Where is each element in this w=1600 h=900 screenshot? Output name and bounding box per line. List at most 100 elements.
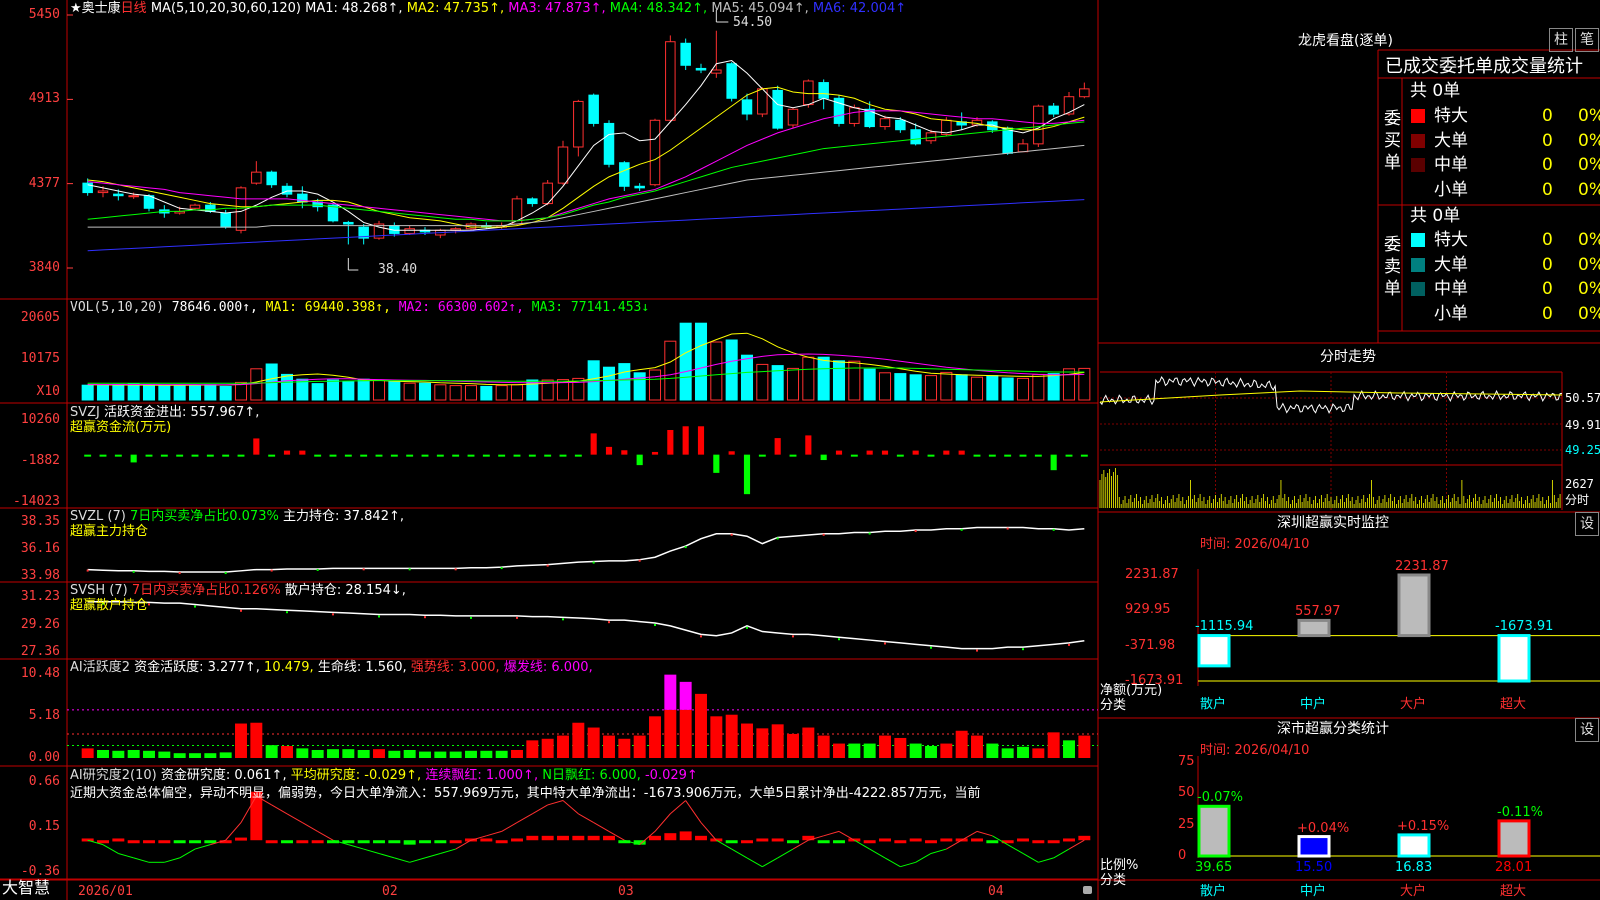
volume-bar (740, 354, 754, 401)
candle-body (527, 198, 538, 205)
research-line (378, 852, 395, 859)
activity-bar (695, 693, 707, 758)
retail-holding-tick (1068, 643, 1070, 646)
classstat-bar (1297, 835, 1331, 858)
monitor-y-tick: 929.95 (1125, 602, 1171, 618)
fund-flow-bar (805, 435, 812, 455)
retail-holding-tick (378, 615, 380, 618)
candle-body (205, 204, 216, 212)
vol-header: VOL(5,10,20) 78646.000↑, MA1: 69440.398↑… (70, 300, 649, 315)
retail-holding-tick (470, 616, 472, 619)
candle-body (235, 187, 247, 231)
ma3-value: MA3: 47.873↑, (508, 1, 606, 16)
ma2-value: MA2: 47.735↑, (406, 1, 505, 16)
vol-ma1: MA1: 69440.398↑, (265, 300, 391, 315)
retail-holding-tick (608, 621, 610, 624)
main-holding-tick (224, 572, 227, 575)
y-tick-fund: 10260 (20, 412, 60, 427)
buy-row-1-pct: 0% (1578, 130, 1600, 151)
fund-flow-bar (160, 454, 168, 457)
research-bar (695, 835, 707, 841)
activity-bar (894, 737, 907, 758)
volume-bar (204, 384, 217, 401)
fund-flow-bar (528, 454, 536, 457)
candle-body (82, 182, 93, 194)
research-bar (725, 840, 738, 844)
fund-flow-bar (866, 450, 873, 455)
fund-flow-bar (452, 454, 460, 457)
research-line (930, 848, 947, 854)
sell-row-0-count: 0 (1542, 230, 1553, 250)
fund-flow-bar (283, 450, 291, 455)
research-bar (664, 833, 677, 841)
classstat-category: 散户 (1200, 884, 1227, 899)
candle-body (895, 119, 906, 131)
retail-holding-tick (516, 616, 518, 619)
vol-label: VOL(5,10,20) (70, 300, 164, 315)
lhb-tabs[interactable]: 已成交委托单成交量统计 (1385, 56, 1583, 78)
research-bar (189, 840, 201, 844)
main-holding-tick (270, 569, 273, 572)
research-line (1038, 857, 1054, 863)
activity-bar (311, 749, 324, 758)
activity-bar (909, 743, 922, 758)
activity-bar (158, 751, 171, 758)
activity-bar (388, 750, 401, 758)
sell-row-3-count: 0 (1542, 303, 1553, 324)
research-line (946, 839, 962, 850)
fund-flow-bar (237, 454, 245, 457)
y-tick-vol-unit: X10 (36, 384, 60, 399)
classstat-settings-button[interactable]: 设 (1575, 718, 1599, 742)
retail-holding-tick (700, 635, 702, 638)
research-line (286, 813, 303, 824)
brand-logo: 大智慧 (2, 878, 51, 897)
research-bar (311, 840, 324, 844)
tick-view-button[interactable]: 笔 (1575, 28, 1599, 52)
research-line (271, 804, 288, 815)
star-icon[interactable]: ★ (70, 1, 82, 16)
svsh-sub: 超赢散户持仓 (70, 598, 149, 613)
research-bar (557, 835, 569, 841)
x-tick-mar: 03 (618, 884, 634, 899)
lock-icon[interactable] (1083, 886, 1092, 894)
bar-view-button[interactable]: 柱 (1549, 28, 1573, 52)
candle-body (741, 99, 753, 115)
activity-bar (143, 750, 155, 758)
retail-holding-tick (884, 642, 886, 645)
ma4-value: MA4: 48.342↑, (609, 1, 708, 16)
fund-flow-bar (651, 451, 659, 455)
research-bar (879, 838, 891, 842)
research-bar (112, 838, 125, 842)
vol-ma3: MA3: 77141.453↓ (531, 300, 650, 315)
monitor-settings-button[interactable]: 设 (1575, 512, 1599, 536)
main-holding-tick (86, 569, 89, 572)
fund-flow-bar (130, 454, 137, 463)
research-line (501, 822, 518, 832)
period-label[interactable]: 日线 (121, 1, 147, 16)
buy-row-1-name: 大单 (1434, 130, 1468, 151)
fenshi-title: 分时走势 (1320, 349, 1376, 365)
volume-bar (1032, 373, 1045, 401)
vol-ma2: MA2: 66300.602↑, (398, 300, 524, 315)
sell-total: 共 0单 (1410, 206, 1461, 226)
candle-body (818, 82, 829, 99)
fund-flow-bar (406, 454, 414, 457)
research-bar (403, 840, 416, 845)
buy-row-3-name: 小单 (1434, 179, 1468, 200)
classstat-change-label: -0.07% (1197, 790, 1243, 806)
research-line (440, 848, 456, 854)
ai-label: AI活跃度2 (70, 660, 130, 675)
svzl-text1: 7日内买卖净占比0.073% (129, 509, 279, 524)
main-chart-svg[interactable] (0, 0, 1600, 900)
ai2-label: AI研究度2(10) (70, 768, 157, 783)
y-tick-research: 0.66 (28, 774, 60, 789)
activity-bar (1063, 740, 1075, 758)
buy-row-2-count: 0 (1542, 155, 1553, 175)
fund-flow-bar (621, 450, 628, 455)
candle-body (711, 69, 722, 74)
fund-flow-bar (206, 454, 214, 457)
volume-bar (909, 374, 922, 401)
activity-bar (112, 750, 125, 758)
y-tick-retail-holding: 27.36 (20, 644, 60, 659)
main-holding-tick (178, 572, 181, 575)
